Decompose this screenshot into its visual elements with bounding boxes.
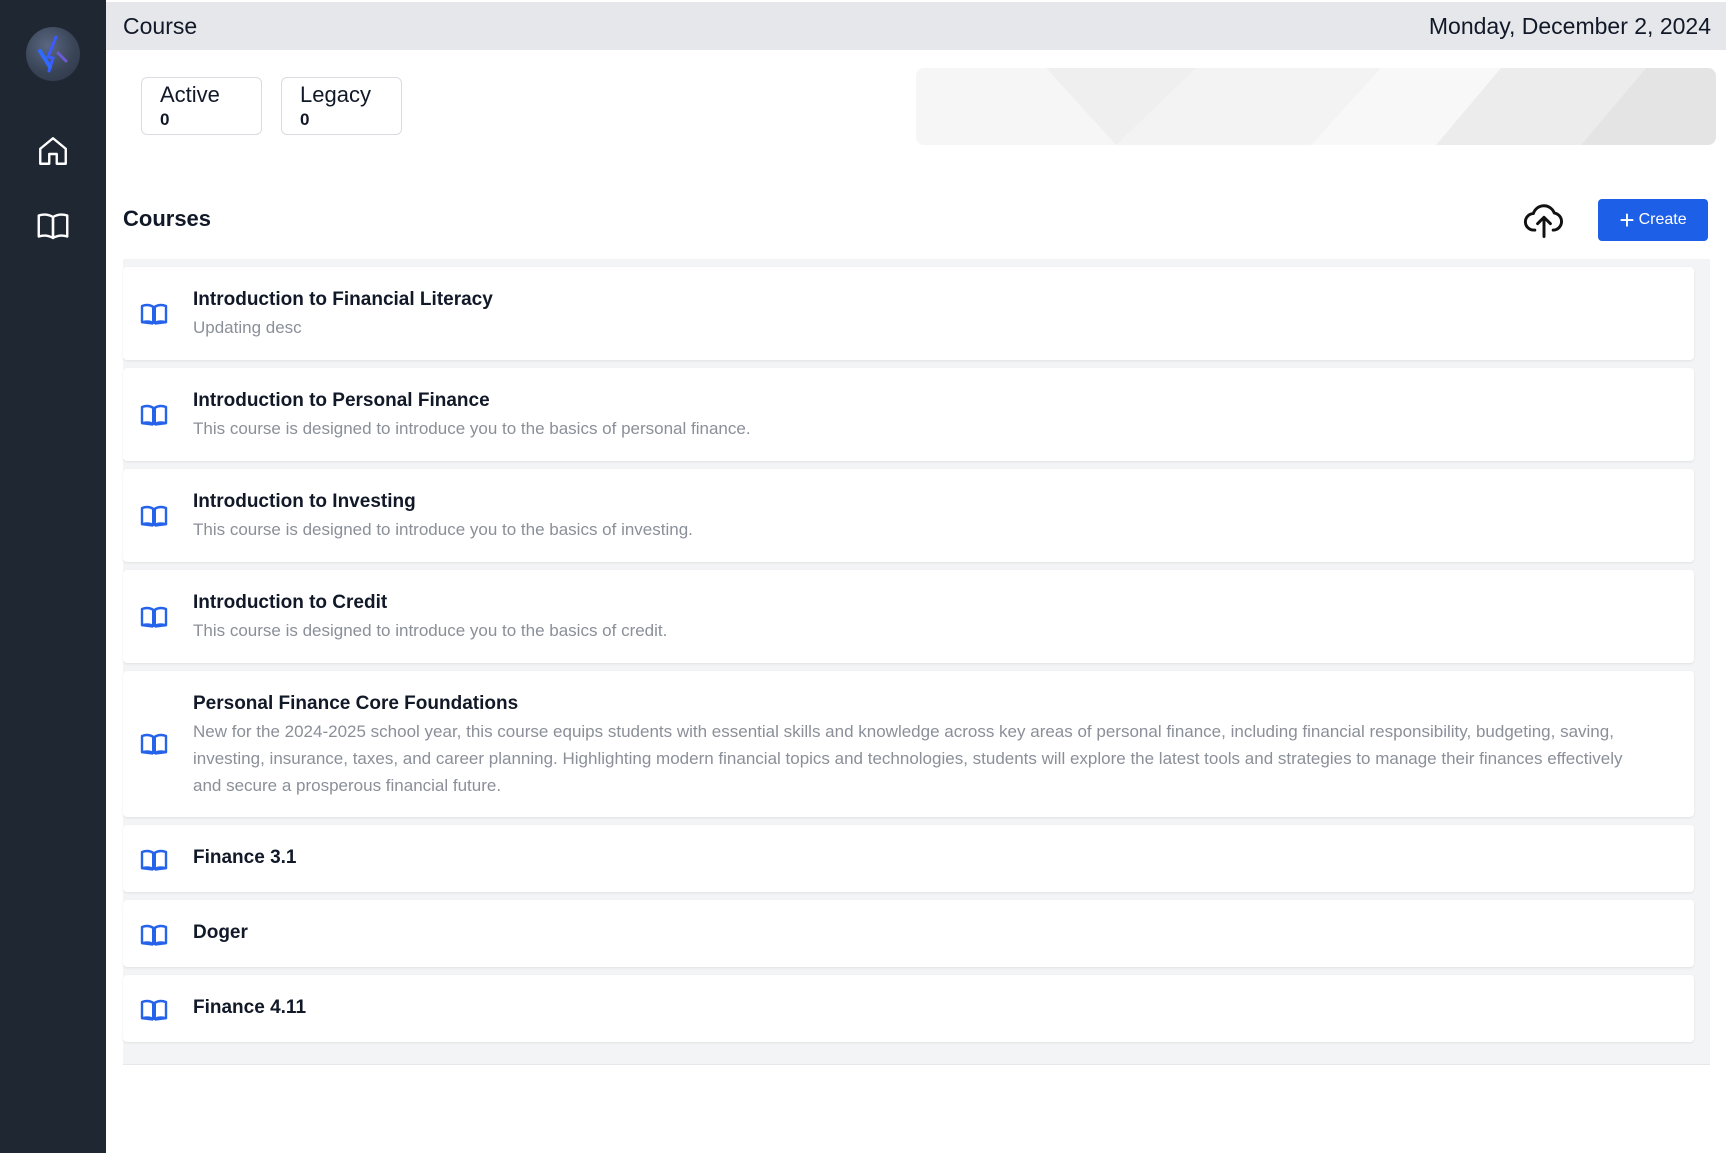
course-description: This course is designed to introduce you…: [193, 520, 693, 539]
course-text: Personal Finance Core Foundations New fo…: [193, 691, 1654, 799]
upload-button[interactable]: [1522, 198, 1566, 242]
book-open-icon: [140, 404, 168, 426]
course-description: This course is designed to introduce you…: [193, 621, 668, 640]
book-open-icon: [140, 606, 168, 628]
cloud-upload-icon: [1523, 204, 1563, 238]
course-text: Introduction to Financial Literacy Updat…: [193, 287, 1654, 341]
course-title: Doger: [193, 922, 248, 943]
sidebar: [0, 0, 106, 1153]
main-content: Course Monday, December 2, 2024 Active 0…: [106, 0, 1726, 1153]
book-open-icon: [140, 924, 168, 946]
course-text: Finance 4.11: [193, 995, 1654, 1021]
course-title: Introduction to Credit: [193, 592, 388, 613]
course-text: Introduction to Personal Finance This co…: [193, 388, 1654, 442]
course-text: Introduction to Credit This course is de…: [193, 590, 1654, 644]
stat-label: Active: [160, 82, 220, 107]
course-title: Introduction to Investing: [193, 491, 416, 512]
nav-home[interactable]: [28, 126, 78, 176]
course-title: Personal Finance Core Foundations: [193, 693, 519, 714]
book-open-icon: [37, 213, 69, 240]
course-description: Updating desc: [193, 318, 302, 337]
stat-label: Legacy: [300, 82, 371, 107]
course-title: Finance 3.1: [193, 847, 297, 868]
course-title: Introduction to Personal Finance: [193, 390, 490, 411]
logo-icon[interactable]: [26, 27, 80, 81]
decorative-banner: [916, 68, 1716, 145]
course-row[interactable]: Finance 4.11: [123, 975, 1694, 1042]
course-row[interactable]: Introduction to Financial Literacy Updat…: [123, 267, 1694, 360]
course-row[interactable]: Personal Finance Core Foundations New fo…: [123, 671, 1694, 817]
page-title: Course: [123, 12, 198, 39]
book-open-icon: [140, 303, 168, 325]
course-text: Doger: [193, 920, 1654, 946]
course-text: Introduction to Investing This course is…: [193, 489, 1654, 543]
course-row[interactable]: Introduction to Personal Finance This co…: [123, 368, 1694, 461]
current-date: Monday, December 2, 2024: [1428, 12, 1711, 39]
course-row[interactable]: Introduction to Investing This course is…: [123, 469, 1694, 562]
stat-card-legacy[interactable]: Legacy 0: [281, 77, 402, 135]
stat-card-active[interactable]: Active 0: [141, 77, 262, 135]
book-open-icon: [140, 849, 168, 871]
create-button[interactable]: + Create: [1598, 199, 1708, 241]
course-text: Finance 3.1: [193, 845, 1654, 871]
course-row[interactable]: Finance 3.1: [123, 825, 1694, 892]
book-open-icon: [140, 505, 168, 527]
book-open-icon: [140, 999, 168, 1021]
course-row[interactable]: Introduction to Credit This course is de…: [123, 570, 1694, 663]
topbar: Course Monday, December 2, 2024: [106, 2, 1726, 50]
course-list: Introduction to Financial Literacy Updat…: [123, 259, 1710, 1065]
plus-icon: +: [1619, 205, 1635, 235]
stat-value: 0: [160, 110, 170, 129]
course-description: This course is designed to introduce you…: [193, 419, 751, 438]
course-description: New for the 2024-2025 school year, this …: [193, 722, 1623, 795]
course-row[interactable]: Doger: [123, 900, 1694, 967]
course-title: Introduction to Financial Literacy: [193, 289, 493, 310]
create-button-label: Create: [1638, 211, 1687, 228]
course-title: Finance 4.11: [193, 997, 307, 1018]
home-icon: [39, 137, 67, 165]
stat-value: 0: [300, 110, 310, 129]
app-root: Course Monday, December 2, 2024 Active 0…: [0, 0, 1726, 1153]
nav-courses[interactable]: [28, 201, 78, 251]
section-title: Courses: [123, 206, 212, 231]
book-open-icon: [140, 733, 168, 755]
